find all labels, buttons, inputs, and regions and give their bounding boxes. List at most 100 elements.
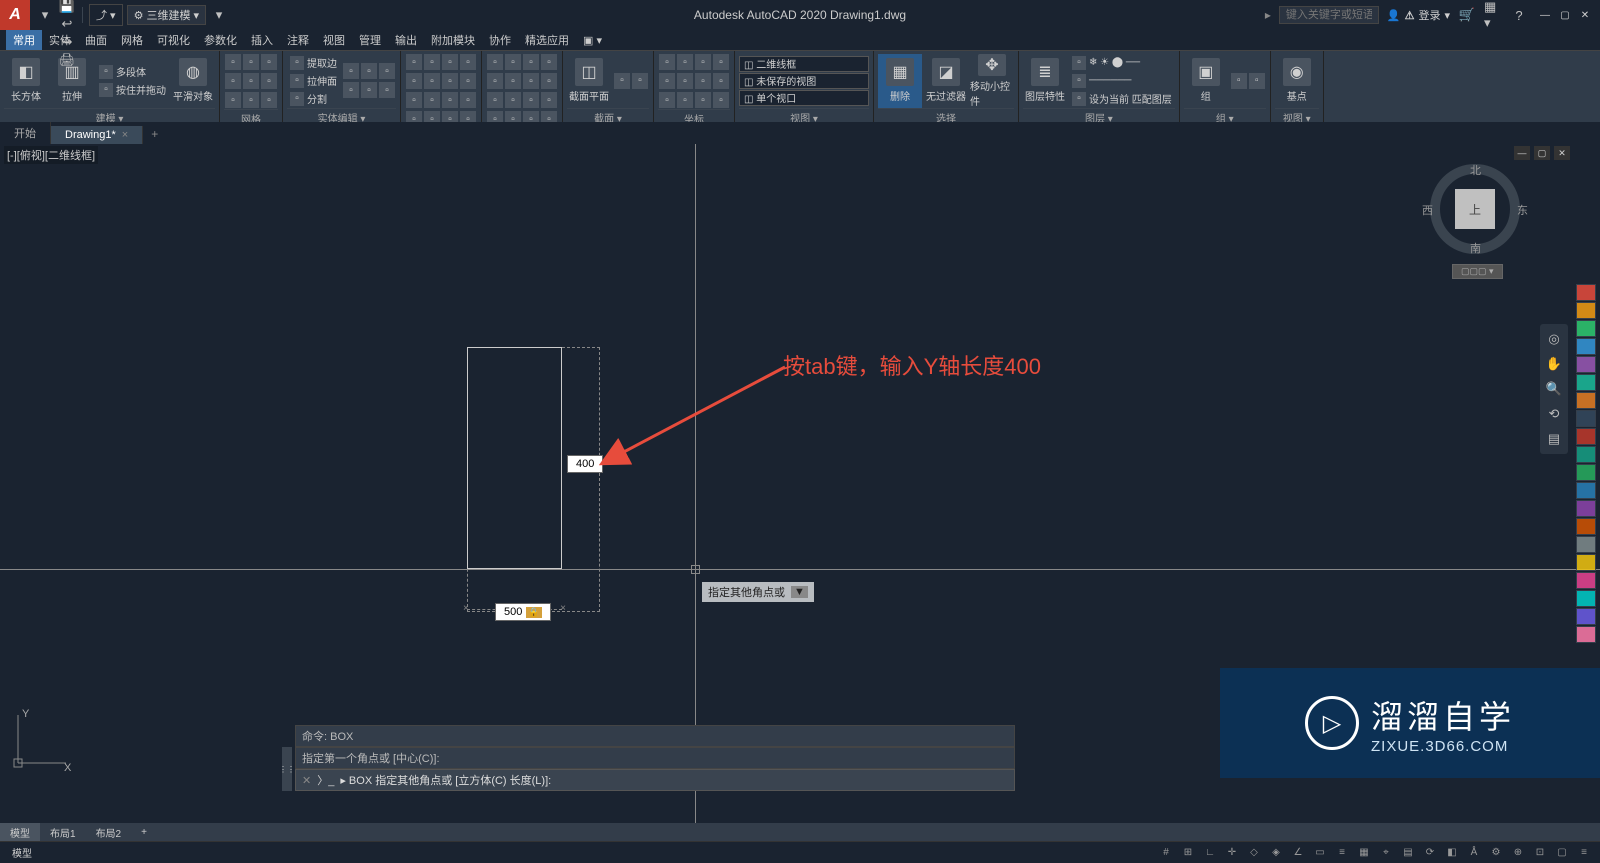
ribbon-tiny-4-2-2[interactable]: ▫ [523, 92, 539, 108]
workspace-icon[interactable]: ⚙ [1486, 845, 1506, 861]
ribbon-panel-title[interactable]: 组 ▾ [1184, 108, 1266, 122]
ribbon-tiny-3-1-3[interactable]: ▫ [460, 73, 476, 89]
ribbon-big-8-1[interactable]: ◪无过滤器 [924, 54, 968, 108]
hardware-icon[interactable]: ⊡ [1530, 845, 1550, 861]
login-button[interactable]: 👤 ⚠ 登录 ▾ [1387, 7, 1450, 23]
zoom-icon[interactable]: 🔍 [1543, 378, 1565, 400]
ribbon-tiny-4-2-3[interactable]: ▫ [541, 92, 557, 108]
ribbon-tiny-1-0-1[interactable]: ▫ [243, 54, 259, 70]
viewcube-north[interactable]: 北 [1470, 162, 1481, 178]
qat-triangle-icon[interactable]: ▾ [36, 6, 54, 24]
palette-tool-4[interactable] [1576, 356, 1596, 373]
ribbon-tiny-4-1-0[interactable]: ▫ [487, 73, 503, 89]
ribbon-tiny-6-2-1[interactable]: ▫ [677, 92, 693, 108]
layout-tab-2[interactable]: 布局2 [86, 823, 132, 842]
vp-maximize-icon[interactable]: ▢ [1534, 146, 1550, 160]
ucs-icon[interactable]: Y X [8, 703, 78, 773]
palette-tool-7[interactable] [1576, 410, 1596, 427]
vp-minimize-icon[interactable]: — [1514, 146, 1530, 160]
ribbon-tiny-4-0-1[interactable]: ▫ [505, 54, 521, 70]
cmd-chevron-icon[interactable]: 〉_ [317, 772, 334, 788]
ribbon-dd-7-2[interactable]: ◫ 单个视口 [739, 90, 869, 106]
orbit-icon[interactable]: ⟲ [1543, 403, 1565, 425]
palette-tool-1[interactable] [1576, 302, 1596, 319]
commandline-drag-handle[interactable]: ⋮⋮ [282, 747, 292, 791]
ribbon-tiny-4-1-2[interactable]: ▫ [523, 73, 539, 89]
palette-tool-6[interactable] [1576, 392, 1596, 409]
grid-toggle-icon[interactable]: # [1156, 845, 1176, 861]
ribbon-tiny-1-1-0[interactable]: ▫ [225, 73, 241, 89]
ribbon-med-0-2-1[interactable]: ▫按住并拖动 [96, 81, 169, 98]
viewcube-east[interactable]: 东 [1517, 202, 1528, 218]
ribbon-tiny-6-0-2[interactable]: ▫ [695, 54, 711, 70]
ribbon-big-10-0[interactable]: ▣组 [1184, 54, 1228, 108]
share-button[interactable]: ⤴ ▾ [89, 4, 123, 26]
lineweight-toggle-icon[interactable]: ≡ [1332, 845, 1352, 861]
otrack-toggle-icon[interactable]: ∠ [1288, 845, 1308, 861]
ribbon-panel-title[interactable]: 截面 ▾ [567, 108, 649, 122]
ribbon-tiny-1-1-1[interactable]: ▫ [243, 73, 259, 89]
ribbon-tiny-4-2-0[interactable]: ▫ [487, 92, 503, 108]
ribbon-tiny-2-0-0[interactable]: ▫ [343, 63, 359, 79]
close-cmd-icon[interactable]: ✕ [302, 774, 311, 787]
annomon-icon[interactable]: ⊕ [1508, 845, 1528, 861]
ribbon-med-2-0-1[interactable]: ▫拉伸面 [287, 72, 340, 89]
viewport-label[interactable]: [-][俯视][二维线框] [4, 146, 98, 164]
close-tab-icon[interactable]: × [122, 129, 128, 141]
palette-tool-16[interactable] [1576, 572, 1596, 589]
ribbon-tiny-6-1-0[interactable]: ▫ [659, 73, 675, 89]
doc-tab-0[interactable]: 开始 [0, 122, 51, 144]
ribbon-tiny-6-0-3[interactable]: ▫ [713, 54, 729, 70]
ribbon-tab-13[interactable]: 精选应用 [518, 30, 576, 50]
add-layout-button[interactable]: + [131, 825, 157, 840]
ribbon-big-8-2[interactable]: ✥移动小控件 [970, 54, 1014, 108]
drawing-area[interactable]: [-][俯视][二维线框] — ▢ ✕ 400 500🔒 指定其他角点或▼ 按t… [0, 144, 1600, 823]
polar-toggle-icon[interactable]: ✛ [1222, 845, 1242, 861]
palette-tool-19[interactable] [1576, 626, 1596, 643]
workspace-dropdown[interactable]: ⚙ 三维建模 ▾ [127, 5, 206, 25]
ribbon-tab-12[interactable]: 协作 [482, 30, 518, 50]
ribbon-tab-8[interactable]: 视图 [316, 30, 352, 50]
ribbon-panel-title[interactable]: 建模 ▾ [4, 108, 215, 122]
ribbon-tiny-1-2-1[interactable]: ▫ [243, 92, 259, 108]
qp-icon[interactable]: ▤ [1398, 845, 1418, 861]
ribbon-tiny-4-0-3[interactable]: ▫ [541, 54, 557, 70]
ribbon-tiny-6-0-1[interactable]: ▫ [677, 54, 693, 70]
qat-overflow-icon[interactable]: ▾ [210, 6, 228, 24]
ribbon-med-9-1-1[interactable]: ▫────── [1069, 72, 1175, 89]
palette-tool-3[interactable] [1576, 338, 1596, 355]
ribbon-med-2-0-0[interactable]: ▫提取边 [287, 54, 340, 71]
ribbon-med-2-0-2[interactable]: ▫分割 [287, 90, 340, 107]
palette-tool-8[interactable] [1576, 428, 1596, 445]
ribbon-tiny-3-1-2[interactable]: ▫ [442, 73, 458, 89]
cleanscreen-icon[interactable]: ▢ [1552, 845, 1572, 861]
help-icon[interactable]: ? [1510, 6, 1528, 24]
sc-toggle-icon[interactable]: ⌖ [1376, 845, 1396, 861]
ribbon-tiny-4-0-2[interactable]: ▫ [523, 54, 539, 70]
palette-tool-14[interactable] [1576, 536, 1596, 553]
ribbon-panel-title[interactable]: 图层 ▾ [1023, 108, 1175, 122]
app-logo[interactable]: A [0, 0, 30, 30]
ribbon-tiny-3-0-2[interactable]: ▫ [442, 54, 458, 70]
dynamic-input-y[interactable]: 400 [567, 455, 603, 473]
qat-btn-5[interactable]: 🖨 [58, 51, 76, 69]
ribbon-big-5-0[interactable]: ◫截面平面 [567, 54, 611, 108]
layout-tab-1[interactable]: 布局1 [40, 823, 86, 842]
ribbon-med-9-1-2[interactable]: ▫设为当前 匹配图层 [1069, 90, 1175, 107]
palette-tool-17[interactable] [1576, 590, 1596, 607]
palette-tool-2[interactable] [1576, 320, 1596, 337]
ribbon-tiny-6-1-2[interactable]: ▫ [695, 73, 711, 89]
ribbon-dd-7-1[interactable]: ◫ 未保存的视图 [739, 73, 869, 89]
showmotion-icon[interactable]: ▤ [1543, 428, 1565, 450]
palette-tool-10[interactable] [1576, 464, 1596, 481]
ribbon-tiny-2-0-1[interactable]: ▫ [361, 63, 377, 79]
ribbon-tiny-5-0-1[interactable]: ▫ [632, 73, 648, 89]
ribbon-tiny-6-1-1[interactable]: ▫ [677, 73, 693, 89]
minimize-button[interactable]: — [1536, 8, 1554, 22]
dyninput-toggle-icon[interactable]: ▭ [1310, 845, 1330, 861]
ribbon-tab-extra[interactable]: ▣ ▾ [576, 32, 609, 49]
ribbon-tiny-6-2-0[interactable]: ▫ [659, 92, 675, 108]
ribbon-big-8-0[interactable]: ▦删除 [878, 54, 922, 108]
ribbon-panel-title[interactable]: 视图 ▾ [739, 108, 869, 122]
ribbon-tiny-3-0-1[interactable]: ▫ [424, 54, 440, 70]
